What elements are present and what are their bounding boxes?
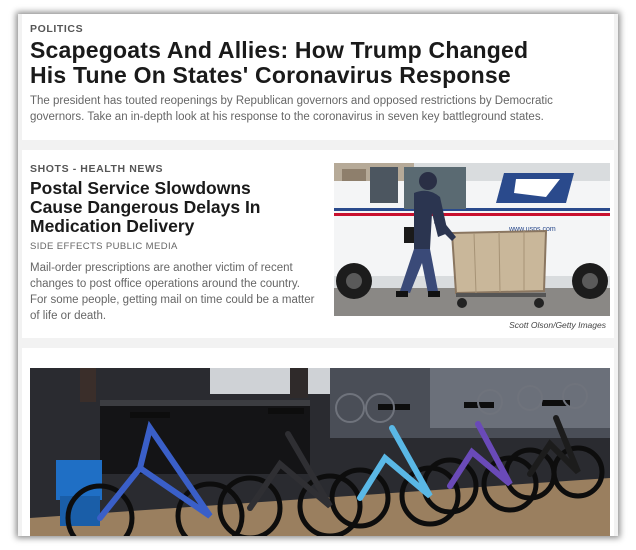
story-card-politics[interactable]: POLITICS Scapegoats And Allies: How Trum… <box>22 14 614 140</box>
story-source: SIDE EFFECTS PUBLIC MEDIA <box>30 241 178 252</box>
section-slug-link[interactable]: SHOTS - HEALTH NEWS <box>30 163 163 175</box>
postal-worker-photo[interactable]: www.usps.com <box>334 163 610 316</box>
headline-line[interactable]: Postal Service Slowdowns <box>30 179 320 198</box>
headline-line[interactable]: Cause Dangerous Delays In <box>30 198 320 217</box>
story-teaser: The president has touted reopenings by R… <box>30 95 553 123</box>
story-card-bicycles[interactable] <box>22 348 614 536</box>
news-feed: POLITICS Scapegoats And Allies: How Trum… <box>18 14 618 536</box>
story-teaser: Mail-order prescriptions are another vic… <box>30 262 315 322</box>
bicycle-shop-photo[interactable] <box>30 368 610 536</box>
photo-credit: Scott Olson/Getty Images <box>509 320 606 330</box>
headline-line[interactable]: Scapegoats And Allies: How Trump Changed <box>30 38 610 63</box>
story-card-health[interactable]: SHOTS - HEALTH NEWS Postal Service Slowd… <box>22 150 614 338</box>
headline-line[interactable]: His Tune On States' Coronavirus Response <box>30 63 610 88</box>
headline-line[interactable]: Medication Delivery <box>30 217 320 236</box>
story-headline-link[interactable]: Scapegoats And Allies: How Trump Changed… <box>30 38 610 88</box>
section-slug-link[interactable]: POLITICS <box>30 23 83 35</box>
story-headline-link[interactable]: Postal Service Slowdowns Cause Dangerous… <box>30 179 320 236</box>
